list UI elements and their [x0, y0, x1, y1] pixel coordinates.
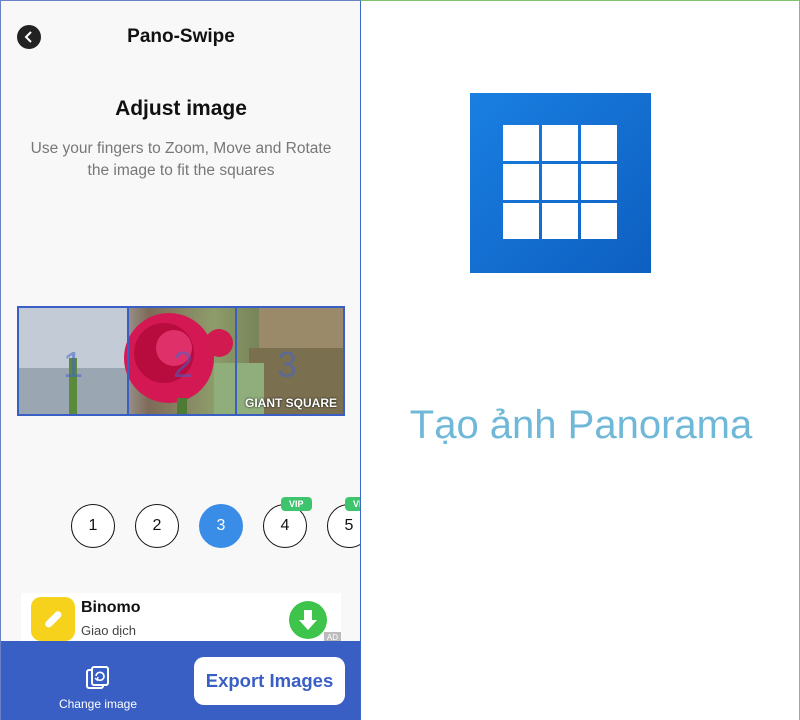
square-count-3[interactable]: 3: [199, 504, 243, 548]
right-panel: Tạo ảnh Panorama: [360, 0, 800, 720]
page-heading: Adjust image: [115, 97, 247, 120]
instruction-line-2: the image to fit the squares: [87, 162, 275, 179]
download-button[interactable]: [289, 601, 327, 639]
square-count-2[interactable]: 2: [135, 504, 179, 548]
export-images-button[interactable]: Export Images: [194, 657, 345, 705]
vip-badge: VIP: [345, 497, 360, 511]
ad-subtitle: Giao dịch: [81, 623, 136, 638]
download-arrow-icon: [299, 610, 317, 630]
ad-title: Binomo: [81, 599, 141, 616]
phone-screen: Pano-Swipe Adjust image Use your fingers…: [0, 0, 360, 720]
bottom-bar: Change image Export Images: [1, 641, 360, 720]
change-image-icon: [86, 666, 109, 689]
app-title: Pano-Swipe: [127, 26, 235, 47]
ad-banner[interactable]: Binomo Giao dịch AD: [21, 593, 341, 643]
instruction-line-1: Use your fingers to Zoom, Move and Rotat…: [30, 140, 332, 157]
vip-badge: VIP: [281, 497, 312, 511]
grid-logo-icon: [470, 93, 651, 273]
binomo-app-icon: [31, 597, 75, 641]
change-image-label: Change image: [58, 697, 138, 711]
instruction-text: Use your fingers to Zoom, Move and Rotat…: [15, 138, 347, 182]
watermark-text: GIANT SQUARE: [244, 396, 337, 410]
segment-number: 3: [277, 344, 298, 385]
segment-number: 2: [173, 344, 194, 385]
segment-1: 1: [19, 308, 129, 414]
square-count-1[interactable]: 1: [71, 504, 115, 548]
segment-2: 2: [129, 308, 237, 414]
panorama-caption: Tạo ảnh Panorama: [409, 403, 753, 447]
image-preview[interactable]: 1 2 3 GIANT SQUARE: [17, 306, 345, 416]
segment-number: 1: [63, 344, 84, 385]
